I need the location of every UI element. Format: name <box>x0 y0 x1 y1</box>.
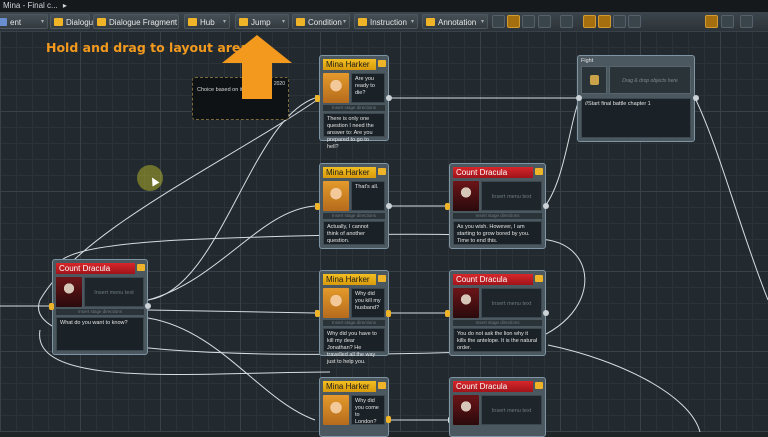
dialogue-text[interactable]: What do you want to know? <box>56 317 144 351</box>
stage-directions[interactable]: Insert stage directions <box>323 320 385 326</box>
menu-text[interactable]: Insert menu text <box>481 181 542 211</box>
mina-portrait <box>323 395 349 425</box>
speaker-label: Mina Harker <box>323 167 376 178</box>
menu-text[interactable]: Are you ready to die? <box>351 73 385 103</box>
input-pin[interactable] <box>315 203 320 210</box>
shield-icon <box>590 75 599 85</box>
output-pin[interactable] <box>145 303 151 309</box>
output-pin[interactable] <box>386 95 392 101</box>
flag-icon <box>378 168 386 175</box>
speaker-label: Count Dracula <box>56 263 135 274</box>
fight-body[interactable]: //Start final battle chapter 1 <box>581 98 691 138</box>
speaker-label: Count Dracula <box>453 381 533 392</box>
flag-icon <box>378 382 386 389</box>
input-pin[interactable] <box>576 95 582 101</box>
output-pin[interactable] <box>386 203 392 209</box>
stage-directions[interactable]: Insert stage directions <box>453 320 542 326</box>
dialogue-node-mina-2[interactable]: Mina Harker That's all. Insert stage dir… <box>319 163 389 249</box>
dialogue-text[interactable]: Actually, I cannot think of another ques… <box>323 221 385 245</box>
speaker-label: Mina Harker <box>323 59 376 70</box>
dialogue-node-mina-4[interactable]: Mina Harker Why did you come to London? <box>319 377 389 437</box>
menu-text[interactable]: Why did you kill my husband? <box>351 288 385 318</box>
dialogue-text[interactable]: As you wish. However, I am starting to g… <box>453 221 542 245</box>
output-pin[interactable] <box>543 310 549 316</box>
input-pin[interactable] <box>315 310 320 317</box>
flag-icon <box>378 60 386 67</box>
dialogue-text[interactable]: Why did you have to kill my dear Jonatha… <box>323 328 385 365</box>
mina-portrait <box>323 181 349 211</box>
dracula-portrait <box>453 181 479 211</box>
dracula-portrait <box>453 395 479 425</box>
input-pin[interactable] <box>445 203 450 210</box>
menu-text[interactable]: Why did you come to London? <box>351 395 385 425</box>
dialogue-text[interactable]: There is only one question I need the an… <box>323 113 385 150</box>
stage-directions[interactable]: Insert stage directions <box>453 213 542 219</box>
fight-label: Fight <box>581 58 594 64</box>
input-pin[interactable] <box>445 310 450 317</box>
speaker-label: Count Dracula <box>453 274 533 285</box>
dialogue-node-dracula-1[interactable]: Count Dracula Insert menu text Insert st… <box>52 259 148 355</box>
menu-text[interactable]: Insert menu text <box>481 288 542 318</box>
menu-text[interactable]: That's all. <box>351 181 385 211</box>
mina-portrait <box>323 73 349 103</box>
menu-text[interactable]: Insert menu text <box>481 395 542 425</box>
flag-icon <box>535 382 543 389</box>
output-pin[interactable] <box>386 310 391 317</box>
fight-drop-area[interactable]: Drag & drop objects here <box>609 66 691 94</box>
output-pin[interactable] <box>543 203 549 209</box>
menu-text[interactable]: Insert menu text <box>84 277 144 307</box>
fight-object-slot[interactable] <box>581 66 607 94</box>
stage-directions[interactable]: Insert stage directions <box>56 309 144 315</box>
dialogue-node-mina-1[interactable]: Mina Harker Are you ready to die? Insert… <box>319 55 389 150</box>
output-pin[interactable] <box>693 95 699 101</box>
speaker-label: Mina Harker <box>323 274 376 285</box>
flag-icon <box>137 264 145 271</box>
dialogue-node-dracula-2[interactable]: Count Dracula Insert menu text Insert st… <box>449 163 546 249</box>
drag-hint-text: Hold and drag to layout area <box>46 40 249 55</box>
speaker-label: Mina Harker <box>323 381 376 392</box>
flag-icon <box>535 168 543 175</box>
dialogue-node-dracula-4[interactable]: Count Dracula Insert menu text <box>449 377 546 437</box>
mina-portrait <box>323 288 349 318</box>
dracula-portrait <box>56 277 82 307</box>
fight-node[interactable]: Fight Drag & drop objects here //Start f… <box>577 55 695 142</box>
input-pin[interactable] <box>315 95 320 102</box>
dialogue-node-mina-3[interactable]: Mina Harker Why did you kill my husband?… <box>319 270 389 365</box>
dialogue-node-dracula-3[interactable]: Count Dracula Insert menu text Insert st… <box>449 270 546 356</box>
flag-icon <box>535 275 543 282</box>
stage-directions[interactable]: Insert stage directions <box>323 213 385 219</box>
speaker-label: Count Dracula <box>453 167 533 178</box>
dialogue-text[interactable]: You do not ask the lion why it kills the… <box>453 328 542 352</box>
flag-icon <box>378 275 386 282</box>
dracula-portrait <box>453 288 479 318</box>
output-pin[interactable] <box>386 416 391 423</box>
stage-directions[interactable]: Insert stage directions <box>323 105 385 111</box>
input-pin[interactable] <box>49 303 54 310</box>
